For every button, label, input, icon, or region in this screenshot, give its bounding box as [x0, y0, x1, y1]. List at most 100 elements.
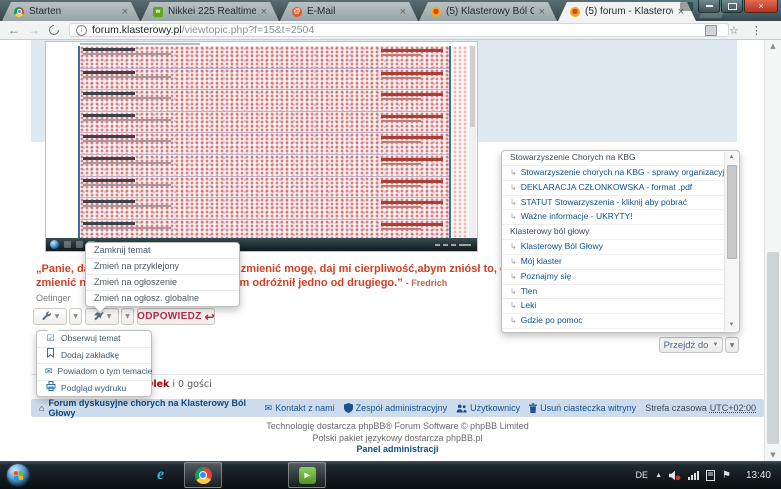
- board-home-label: Forum dyskusyjne chorych na Klasterowy B…: [48, 398, 264, 418]
- jump-link[interactable]: ↳Stowarzyszenie chorych na KBG - sprawy …: [502, 166, 724, 181]
- menu-item-close-topic[interactable]: Zamknij temat: [86, 243, 239, 259]
- browser-menu-icon[interactable]: ⋮: [751, 24, 762, 37]
- chrome-taskbar-button[interactable]: [184, 462, 222, 488]
- jump-link[interactable]: ↳Klasterowy Ból Głowy: [502, 240, 724, 255]
- bookmark-star-icon[interactable]: ☆: [729, 24, 739, 37]
- tab-title: Nikkei 225 Realtime | Ku: [168, 6, 256, 17]
- menu-item-make-announce[interactable]: Zmień na ogłoszenie: [86, 275, 239, 291]
- screenshot-right-column: [453, 46, 468, 238]
- tab-klasterowy[interactable]: (5) Klasterowy Ból Głowy ×: [419, 2, 557, 21]
- address-bar[interactable]: i forum.klasterowy.pl/viewtopic.php?f=15…: [69, 23, 729, 37]
- jump-link[interactable]: ↳STATUT Stowarzyszenia - kliknij aby pob…: [502, 196, 724, 211]
- tab-email[interactable]: @ E-Mail ×: [280, 2, 418, 21]
- moderator-tools-more-button[interactable]: ▼: [121, 308, 134, 325]
- jump-to-button[interactable]: Przejdź do ▼: [659, 337, 723, 353]
- jump-link[interactable]: ↳Trigger: [502, 329, 724, 333]
- delete-cookies-link[interactable]: Usuń ciasteczka witryny: [529, 403, 636, 413]
- page-info-icon[interactable]: i: [76, 25, 87, 36]
- menu-item-label: Dodaj zakładkę: [61, 348, 119, 363]
- forum-favicon: [570, 7, 580, 17]
- tab-forum-active[interactable]: (5) forum - Klasterowy B ×: [558, 2, 696, 21]
- topic-tools-button[interactable]: ▼: [33, 308, 67, 325]
- tab-close-icon[interactable]: ×: [539, 7, 545, 17]
- reply-arrow-icon: ↩: [205, 310, 215, 324]
- minimize-button[interactable]: [698, 0, 720, 13]
- members-link[interactable]: Użytkownicy: [456, 403, 520, 413]
- credit-line: Technologię dostarcza phpBB® Forum Softw…: [31, 421, 764, 433]
- board-home-link[interactable]: ⌂ Forum dyskusyjne chorych na Klasterowy…: [39, 398, 265, 418]
- close-button[interactable]: ×: [744, 0, 778, 13]
- admin-panel-link[interactable]: Panel administracji: [31, 444, 764, 456]
- browser-toolbar: ← → i forum.klasterowy.pl/viewtopic.php?…: [0, 21, 781, 40]
- volume-muted-icon[interactable]: [669, 470, 681, 481]
- page-scrollbar[interactable]: ▲ ▼: [764, 40, 781, 461]
- flag-icon[interactable]: ⚑: [722, 470, 731, 481]
- menu-item-email-topic[interactable]: ✉ Powiadom o tym temacie: [37, 364, 151, 381]
- action-center-icon[interactable]: [706, 470, 715, 481]
- topic-tools-more-button[interactable]: ▼: [69, 308, 82, 325]
- menu-item-make-global[interactable]: Zmień na ogłosz. globalne: [86, 291, 239, 306]
- branch-icon: ↳: [510, 210, 517, 224]
- menu-item-make-sticky[interactable]: Zmień na przyklejony: [86, 259, 239, 275]
- reply-button[interactable]: ODPOWIEDZ ↩: [137, 308, 215, 325]
- contact-link[interactable]: ✉ Kontakt z nami: [265, 403, 335, 414]
- tab-title: (5) Klasterowy Ból Głowy: [446, 6, 534, 17]
- back-icon[interactable]: ←: [8, 23, 20, 37]
- tab-starten[interactable]: Starten ×: [2, 2, 140, 21]
- jump-to-menu: Stowarzyszenie Chorych na KBG ↳Stowarzys…: [501, 150, 740, 333]
- reload-icon[interactable]: [47, 23, 61, 37]
- jump-link[interactable]: ↳Gdzie po pomoc: [502, 314, 724, 329]
- taskbar-clock[interactable]: 13:40: [746, 470, 771, 481]
- jump-link[interactable]: ↳DEKLARACJA CZŁONKOWSKA - format .pdf: [502, 181, 724, 196]
- jump-menu-scrollbar[interactable]: ▲ ▼: [724, 152, 738, 331]
- tab-list-button[interactable]: [680, 2, 693, 11]
- scroll-thumb[interactable]: [727, 165, 737, 259]
- network-signal-icon[interactable]: [688, 471, 699, 480]
- page-action-icon[interactable]: [705, 25, 717, 36]
- scroll-down-icon[interactable]: ▼: [725, 320, 738, 331]
- admin-team-link[interactable]: Zespół administracyjny: [344, 403, 448, 413]
- jump-link[interactable]: ↳Poznajmy się: [502, 270, 724, 285]
- footer-link-label: Kontakt z nami: [275, 403, 335, 413]
- menu-item-label: Powiadom o tym temacie: [58, 364, 153, 379]
- bookmark-icon: [45, 348, 56, 363]
- jump-link[interactable]: ↳Tlen: [502, 285, 724, 300]
- home-icon: ⌂: [39, 403, 44, 413]
- footer-link-label: Usuń ciasteczka witryny: [540, 403, 636, 413]
- tray-expand-icon[interactable]: ▲: [655, 472, 662, 479]
- start-button[interactable]: [7, 464, 29, 486]
- jump-to-more-button[interactable]: ▼: [725, 337, 739, 353]
- menu-item-print-view[interactable]: Podgląd wydruku: [37, 381, 151, 397]
- scroll-up-icon[interactable]: ▲: [765, 42, 781, 50]
- embedded-screenshot-image[interactable]: [45, 41, 478, 252]
- timezone-value[interactable]: UTC+02:00: [710, 403, 756, 413]
- scroll-down-icon[interactable]: ▼: [765, 451, 781, 459]
- maximize-button[interactable]: [721, 0, 743, 13]
- tab-close-icon[interactable]: ×: [261, 7, 267, 17]
- system-tray: DE ▲ ⚑ 13:40: [636, 470, 771, 481]
- branch-icon: ↳: [510, 181, 517, 195]
- internet-explorer-icon[interactable]: e: [157, 466, 164, 484]
- tab-close-icon[interactable]: ×: [122, 7, 128, 17]
- scroll-up-icon[interactable]: ▲: [725, 152, 738, 163]
- caret-down-icon: ▼: [55, 313, 60, 320]
- screenshot-row: [80, 111, 449, 133]
- caret-down-icon: ▼: [730, 342, 735, 349]
- jump-link[interactable]: ↳Ważne informacje - UKRYTY!: [502, 210, 724, 225]
- menu-item-bookmark[interactable]: Dodaj zakładkę: [37, 348, 151, 365]
- branch-icon: ↳: [510, 255, 517, 269]
- hammer-icon: [93, 311, 104, 322]
- jump-link[interactable]: ↳Leki: [502, 299, 724, 314]
- forward-icon[interactable]: →: [28, 23, 40, 37]
- tab-close-icon[interactable]: ×: [400, 7, 406, 17]
- caret-down-icon: ▼: [125, 313, 130, 320]
- jump-link[interactable]: ↳Mój klaster: [502, 255, 724, 270]
- checkbox-icon: ☑: [45, 331, 56, 346]
- mini-start-orb: [50, 240, 59, 249]
- tab-nikkei[interactable]: w Nikkei 225 Realtime | Ku ×: [141, 2, 279, 21]
- language-indicator[interactable]: DE: [636, 470, 649, 480]
- branch-icon: ↳: [510, 196, 517, 210]
- app-taskbar-button[interactable]: ▸: [288, 462, 326, 488]
- menu-item-watch-topic[interactable]: ☑ Obserwuj temat: [37, 331, 151, 348]
- scroll-thumb[interactable]: [767, 252, 779, 444]
